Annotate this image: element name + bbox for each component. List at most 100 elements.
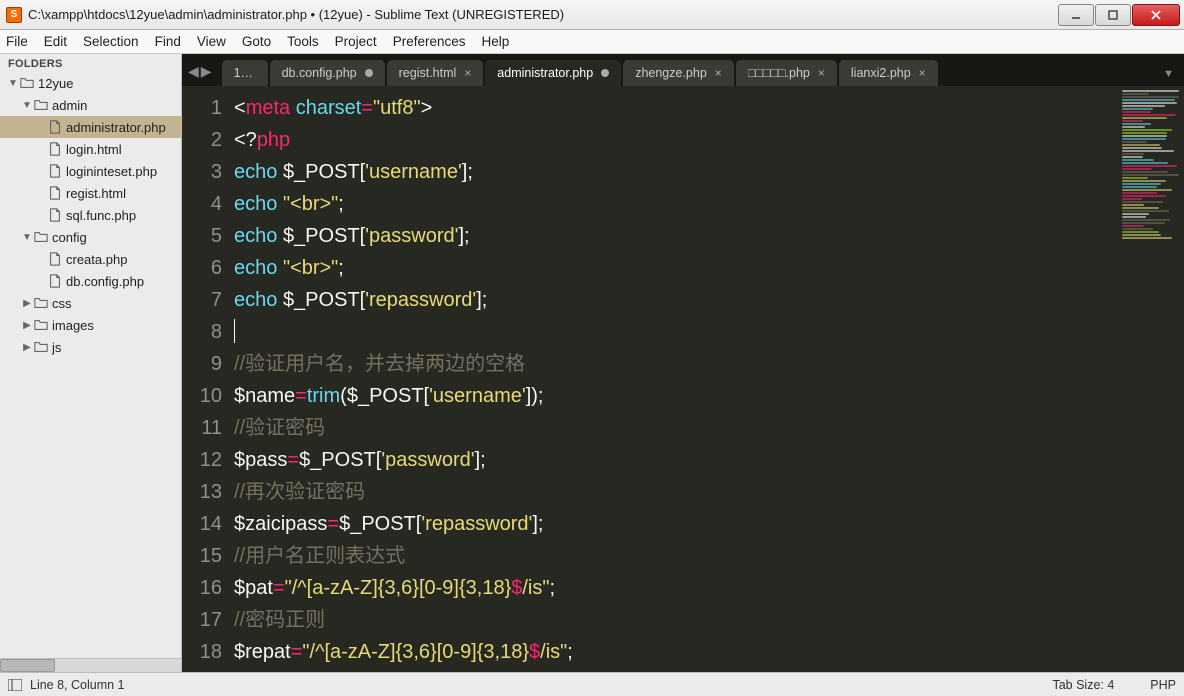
dirty-indicator-icon [365,69,373,77]
status-position[interactable]: Line 8, Column 1 [30,678,125,692]
tab-label: 1229 [234,66,256,80]
tab--php[interactable]: □□□□□.php × [736,60,837,86]
tab-close-icon[interactable]: × [919,66,926,80]
menu-tools[interactable]: Tools [287,34,319,49]
menu-bar: File Edit Selection Find View Goto Tools Projec… [0,30,1184,54]
tab-nav-arrows: ◀ ▶ [188,63,212,80]
disclosure-closed-icon[interactable]: ▶ [22,298,32,309]
line-gutter: 123456789101112131415161718 [182,86,234,672]
status-syntax[interactable]: PHP [1150,678,1176,692]
menu-help[interactable]: Help [482,34,510,49]
tree-item-regist-html[interactable]: regist.html [0,182,181,204]
file-icon [48,142,62,156]
menu-file[interactable]: File [6,34,28,49]
code-content[interactable]: <meta charset="utf8"><?phpecho $_POST['u… [234,86,1120,672]
disclosure-closed-icon[interactable]: ▶ [22,342,32,353]
tree-item-label: config [52,230,87,245]
tree-item-label: sql.func.php [66,208,136,223]
tree-item-db-config-php[interactable]: db.config.php [0,270,181,292]
menu-goto[interactable]: Goto [242,34,271,49]
tree-item-label: images [52,318,94,333]
tree-item-creata-php[interactable]: creata.php [0,248,181,270]
tab-label: □□□□□.php [748,66,810,80]
tab-nav-next-icon[interactable]: ▶ [201,63,212,80]
tree-item-label: admin [52,98,87,113]
menu-edit[interactable]: Edit [44,34,67,49]
file-icon [48,274,62,288]
maximize-button[interactable] [1095,4,1131,26]
file-icon [48,164,62,178]
status-bar: Line 8, Column 1 Tab Size: 4 PHP [0,672,1184,696]
tab-close-icon[interactable]: × [818,66,825,80]
tab-label: regist.html [399,66,457,80]
menu-preferences[interactable]: Preferences [393,34,466,49]
disclosure-open-icon[interactable]: ▼ [22,232,32,243]
file-icon [48,120,62,134]
window-title: C:\xampp\htdocs\12yue\admin\administrato… [28,7,1058,22]
window-titlebar: S C:\xampp\htdocs\12yue\admin\administra… [0,0,1184,30]
menu-project[interactable]: Project [335,34,377,49]
tree-item-label: 12yue [38,76,73,91]
tab-nav-prev-icon[interactable]: ◀ [188,63,199,80]
tree-item-label: login.html [66,142,122,157]
file-icon [48,186,62,200]
tab-label: lianxi2.php [851,66,911,80]
folder-icon [34,230,48,244]
tree-item-label: db.config.php [66,274,144,289]
file-icon [48,252,62,266]
tree-item-12yue[interactable]: ▼ 12yue [0,72,181,94]
dirty-indicator-icon [601,69,609,77]
tab-label: zhengze.php [635,66,707,80]
sidebar-header: FOLDERS [0,54,181,72]
menu-find[interactable]: Find [155,34,181,49]
minimize-button[interactable] [1058,4,1094,26]
disclosure-open-icon[interactable]: ▼ [8,78,18,89]
sidebar: FOLDERS ▼ 12yue ▼ admin administrator.php log… [0,54,182,672]
tree-item-label: administrator.php [66,120,166,135]
close-button[interactable] [1132,4,1180,26]
menu-selection[interactable]: Selection [83,34,139,49]
editor-area: ◀ ▶ 1229 db.config.php regist.html × adminis… [182,54,1184,672]
tab-close-icon[interactable]: × [464,66,471,80]
tree-item-label: css [52,296,72,311]
tab-label: db.config.php [282,66,357,80]
tree-item-js[interactable]: ▶js [0,336,181,358]
folder-icon [20,76,34,90]
tree-item-logininteset-php[interactable]: logininteset.php [0,160,181,182]
tab-administrator-php[interactable]: administrator.php [485,60,621,86]
tree-item-sql-func-php[interactable]: sql.func.php [0,204,181,226]
file-icon [48,208,62,222]
code-area[interactable]: 123456789101112131415161718 <meta charse… [182,86,1184,672]
tab-close-icon[interactable]: × [715,66,722,80]
tree-item-admin[interactable]: ▼ admin [0,94,181,116]
scrollbar-thumb[interactable] [0,659,55,672]
folder-icon [34,296,48,310]
tree-item-images[interactable]: ▶ images [0,314,181,336]
tab-lianxi2-php[interactable]: lianxi2.php × [839,60,938,86]
sidebar-hscrollbar[interactable] [0,658,181,672]
tab-overflow-icon[interactable]: ▼ [1163,68,1174,80]
status-panel-icon[interactable] [8,679,22,691]
menu-view[interactable]: View [197,34,226,49]
tree-item-administrator-php[interactable]: administrator.php [0,116,181,138]
tree-item-label: logininteset.php [66,164,157,179]
status-tabsize[interactable]: Tab Size: 4 [1052,678,1114,692]
folder-icon [34,318,48,332]
tree-item-css[interactable]: ▶ css [0,292,181,314]
tree-item-config[interactable]: ▼ config [0,226,181,248]
folder-tree[interactable]: ▼ 12yue ▼ admin administrator.php login.html l… [0,72,181,658]
tree-item-label: regist.html [66,186,126,201]
minimap[interactable] [1120,86,1184,672]
tree-item-label: creata.php [66,252,127,267]
disclosure-closed-icon[interactable]: ▶ [22,320,32,331]
folder-icon [34,98,48,112]
tab-zhengze-php[interactable]: zhengze.php × [623,60,734,86]
tree-item-login-html[interactable]: login.html [0,138,181,160]
tab-db-config-php[interactable]: db.config.php [270,60,385,86]
tab-1229[interactable]: 1229 [222,60,268,86]
tab-label: administrator.php [497,66,593,80]
tab-regist-html[interactable]: regist.html × [387,60,484,86]
window-controls [1058,4,1180,26]
tab-bar: ◀ ▶ 1229 db.config.php regist.html × adminis… [182,54,1184,86]
disclosure-open-icon[interactable]: ▼ [22,100,32,111]
